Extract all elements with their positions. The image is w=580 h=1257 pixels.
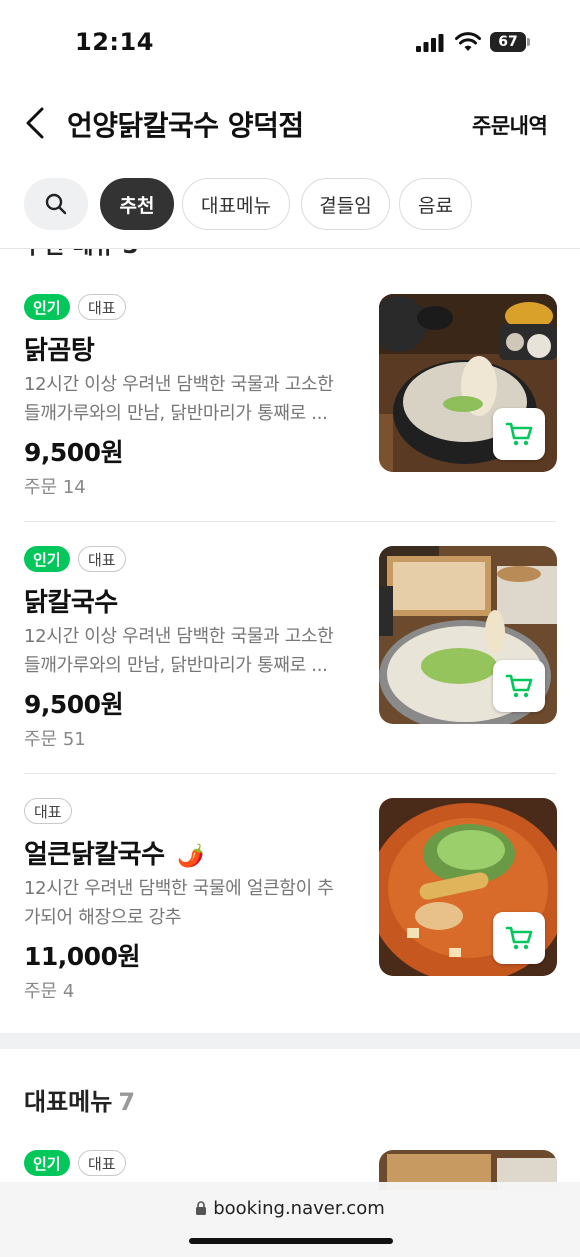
description-line: 12시간 이상 우려낸 담백한 국물과 고소한 — [24, 626, 334, 647]
add-to-cart-button[interactable] — [493, 660, 545, 712]
description-line: 12시간 이상 우려낸 담백한 국물과 고소한 — [24, 374, 334, 395]
order-history-link[interactable]: 주문내역 — [472, 110, 548, 140]
add-to-cart-button[interactable] — [493, 408, 545, 460]
popular-badge: 인기 — [24, 546, 70, 572]
search-button[interactable] — [24, 178, 88, 230]
menu-item-name[interactable]: 닭곰탕 — [24, 330, 95, 367]
home-indicator — [189, 1238, 393, 1244]
search-icon — [45, 193, 67, 215]
menu-item-photo[interactable] — [379, 294, 557, 472]
status-time: 12:14 — [75, 28, 154, 56]
page-title: 언양닭칼국수 양덕점 — [67, 109, 304, 142]
menu-item-order-count: 주문 51 — [24, 729, 86, 750]
item-divider — [24, 521, 556, 522]
back-chevron-icon[interactable] — [22, 106, 52, 140]
popular-badge: 인기 — [24, 294, 70, 320]
menu-item-price: 9,500원 — [24, 438, 124, 467]
tab-sides[interactable]: 곁들임 — [301, 178, 390, 230]
menu-item-name[interactable]: 얼큰닭칼국수 🌶️ — [24, 834, 204, 871]
menu-item-description: 12시간 이상 우려낸 담백한 국물과 고소한 들깨가루와의 만남, 닭반마리가… — [24, 370, 354, 428]
menu-item-description: 12시간 이상 우려낸 담백한 국물과 고소한 들깨가루와의 만남, 닭반마리가… — [24, 622, 354, 680]
cart-icon — [505, 422, 533, 446]
tab-drinks[interactable]: 음료 — [399, 178, 472, 230]
chili-pepper-icon: 🌶️ — [177, 844, 204, 869]
browser-url-bar[interactable] — [0, 1182, 580, 1257]
signature-badge: 대표 — [24, 798, 72, 824]
url-display[interactable]: booking.naver.com — [0, 1198, 580, 1219]
signature-badge: 대표 — [78, 546, 126, 572]
menu-item-price: 11,000원 — [24, 942, 140, 971]
battery-indicator: 67 — [490, 32, 530, 52]
description-line: 들깨가루와의 만남, 닭반마리가 통째로 ... — [24, 655, 328, 676]
menu-item-price: 9,500원 — [24, 690, 124, 719]
battery-level: 67 — [490, 32, 526, 52]
signature-badge: 대표 — [78, 294, 126, 320]
section-separator — [0, 1033, 580, 1049]
tab-signature-menu[interactable]: 대표메뉴 — [182, 178, 290, 230]
menu-item-description: 12시간 우려낸 담백한 국물에 얼큰함이 추 가되어 해장으로 강추 — [24, 874, 354, 932]
cellular-signal-icon — [416, 34, 444, 52]
description-line: 12시간 우려낸 담백한 국물에 얼큰함이 추 — [24, 878, 334, 899]
section-title: 대표메뉴 7 — [24, 1082, 135, 1117]
menu-item-order-count: 주문 14 — [24, 477, 86, 498]
cart-icon — [505, 926, 533, 950]
wifi-icon — [455, 32, 481, 51]
description-line: 들깨가루와의 만남, 닭반마리가 통째로 ... — [24, 403, 328, 424]
menu-item-photo[interactable] — [379, 798, 557, 976]
section-count: 7 — [118, 1088, 136, 1116]
menu-item-name-text: 얼큰닭칼국수 — [24, 840, 165, 870]
section-title-text: 대표메뉴 — [24, 1088, 113, 1116]
menu-item-order-count: 주문 4 — [24, 981, 75, 1002]
signature-badge: 대표 — [78, 1150, 126, 1176]
add-to-cart-button[interactable] — [493, 912, 545, 964]
item-divider — [24, 773, 556, 774]
tab-recommended[interactable]: 추천 — [100, 178, 174, 230]
popular-badge: 인기 — [24, 1150, 70, 1176]
cart-icon — [505, 674, 533, 698]
menu-item-name[interactable]: 닭칼국수 — [24, 582, 118, 619]
lock-icon — [196, 1201, 207, 1215]
description-line: 가되어 해장으로 강추 — [24, 907, 182, 928]
url-text: booking.naver.com — [213, 1198, 385, 1219]
menu-item-photo[interactable] — [379, 546, 557, 724]
